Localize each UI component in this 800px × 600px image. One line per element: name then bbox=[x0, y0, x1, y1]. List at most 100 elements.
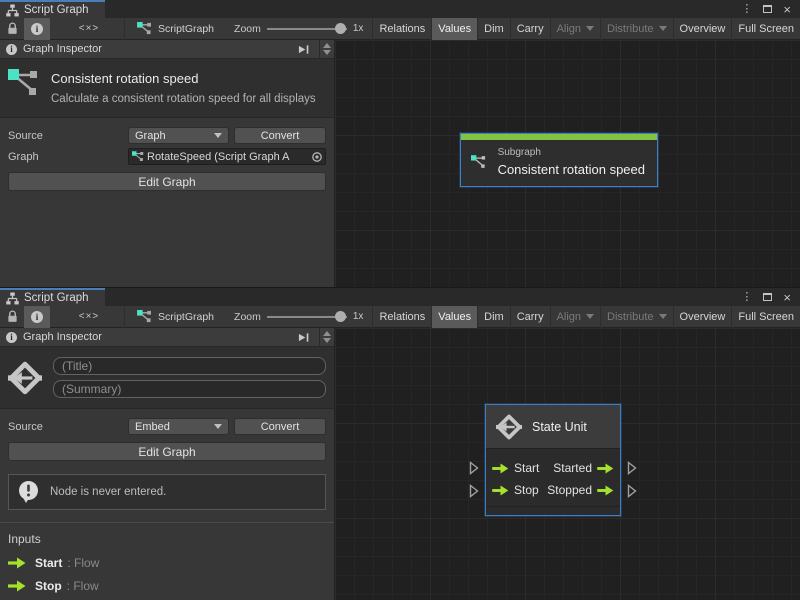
toolbar-button-values[interactable]: Values bbox=[431, 18, 477, 40]
close-icon[interactable]: × bbox=[783, 3, 791, 16]
zoom-label: Zoom bbox=[234, 23, 261, 35]
inspector-toggle-button[interactable]: i bbox=[24, 306, 50, 328]
graph-hierarchy-icon bbox=[6, 4, 19, 17]
subgraph-icon bbox=[137, 22, 152, 35]
state-unit-icon bbox=[496, 414, 522, 440]
input-row: Stop : Flow bbox=[8, 579, 326, 593]
toolbar-button-carry[interactable]: Carry bbox=[510, 18, 550, 40]
convert-button[interactable]: Convert bbox=[234, 418, 326, 435]
code-view-button[interactable]: <×> bbox=[72, 18, 106, 40]
inspector-title: Graph Inspector bbox=[23, 43, 102, 55]
inspector-pager[interactable] bbox=[319, 40, 334, 59]
lock-icon bbox=[7, 22, 18, 35]
window-menu-icon[interactable]: ⋮ bbox=[741, 4, 752, 15]
window-menu-icon[interactable]: ⋮ bbox=[741, 292, 752, 303]
port-connector-icon[interactable] bbox=[469, 461, 479, 475]
warning-text: Node is never entered. bbox=[50, 486, 166, 498]
toolbar-button-relations[interactable]: Relations bbox=[372, 306, 431, 328]
graph-inspector-panel: i Graph Inspector bbox=[0, 40, 335, 287]
toolbar-button-dim[interactable]: Dim bbox=[477, 18, 510, 40]
graph-canvas[interactable]: State Unit Start Started bbox=[335, 328, 800, 600]
info-icon: i bbox=[31, 23, 43, 35]
toolbar-button-dim[interactable]: Dim bbox=[477, 306, 510, 328]
zoom-slider-handle[interactable] bbox=[335, 311, 346, 322]
zoom-slider[interactable] bbox=[267, 18, 347, 40]
toolbar-button-align[interactable]: Align bbox=[550, 306, 600, 328]
zoom-slider[interactable] bbox=[267, 306, 347, 328]
code-icon: <×> bbox=[79, 311, 100, 322]
code-view-button[interactable]: <×> bbox=[72, 306, 106, 328]
tab-label: Script Graph bbox=[24, 4, 89, 16]
flow-arrow-icon[interactable] bbox=[597, 485, 614, 496]
close-icon[interactable]: × bbox=[783, 291, 791, 304]
dock-icon[interactable] bbox=[293, 40, 313, 59]
maximize-icon[interactable] bbox=[763, 5, 772, 13]
tab-bar: Script Graph ⋮ × bbox=[0, 288, 800, 306]
toolbar-button-overview[interactable]: Overview bbox=[673, 18, 732, 40]
dock-icon[interactable] bbox=[293, 328, 313, 347]
flow-arrow-icon[interactable] bbox=[492, 485, 509, 496]
graph-breadcrumb[interactable]: ScriptGraph bbox=[124, 306, 214, 328]
toolbar-button-carry[interactable]: Carry bbox=[510, 306, 550, 328]
port-connector-icon[interactable] bbox=[627, 461, 637, 475]
zoom-control: Zoom 1x bbox=[234, 18, 363, 40]
zoom-slider-handle[interactable] bbox=[335, 23, 346, 34]
node-title: State Unit bbox=[532, 420, 587, 434]
graph-inspector-header: i Graph Inspector bbox=[0, 328, 334, 347]
toolbar-button-distribute[interactable]: Distribute bbox=[600, 18, 672, 40]
source-label: Source bbox=[8, 130, 128, 142]
source-dropdown[interactable]: Graph bbox=[128, 127, 229, 144]
port-in-label: Stop bbox=[514, 483, 539, 497]
lock-button[interactable] bbox=[0, 18, 24, 40]
window-controls: ⋮ × bbox=[741, 0, 800, 18]
port-row: Start Started bbox=[492, 457, 614, 479]
tab-script-graph[interactable]: Script Graph bbox=[0, 288, 105, 306]
graph-toolbar: i <×> ScriptGraph Zoom 1 bbox=[0, 306, 800, 328]
port-out-label: Stopped bbox=[547, 483, 592, 497]
subgraph-icon bbox=[137, 310, 152, 323]
toolbar-button-fullscreen[interactable]: Full Screen bbox=[731, 306, 800, 328]
object-picker-icon[interactable] bbox=[311, 151, 323, 163]
graph-canvas[interactable]: Subgraph Consistent rotation speed bbox=[335, 40, 800, 287]
flow-arrow-icon[interactable] bbox=[597, 463, 614, 474]
port-out-label: Started bbox=[553, 461, 592, 475]
lock-button[interactable] bbox=[0, 306, 24, 328]
chevron-down-icon bbox=[586, 314, 594, 319]
inspector-toggle-button[interactable]: i bbox=[24, 18, 50, 40]
unit-description: Calculate a consistent rotation speed fo… bbox=[51, 91, 316, 107]
inspector-pager[interactable] bbox=[319, 328, 334, 347]
chevron-down-icon bbox=[214, 133, 222, 138]
port-connector-icon[interactable] bbox=[469, 484, 479, 498]
script-graph-window-top: Script Graph ⋮ × i <×> bbox=[0, 0, 800, 287]
maximize-icon[interactable] bbox=[763, 293, 772, 301]
chevron-up-icon bbox=[323, 43, 331, 48]
summary-input[interactable] bbox=[53, 380, 326, 398]
graph-name-label: ScriptGraph bbox=[158, 23, 214, 35]
unity-graph-windows: Script Graph ⋮ × i <×> bbox=[0, 0, 800, 600]
edit-graph-button[interactable]: Edit Graph bbox=[8, 442, 326, 461]
toolbar-button-relations[interactable]: Relations bbox=[372, 18, 431, 40]
convert-button[interactable]: Convert bbox=[234, 127, 326, 144]
node-title: Consistent rotation speed bbox=[498, 162, 645, 177]
flow-arrow-icon[interactable] bbox=[492, 463, 509, 474]
port-connector-icon[interactable] bbox=[627, 484, 637, 498]
flow-arrow-icon bbox=[8, 557, 26, 569]
toolbar-button-fullscreen[interactable]: Full Screen bbox=[731, 18, 800, 40]
graph-breadcrumb[interactable]: ScriptGraph bbox=[124, 18, 214, 40]
graph-label: Graph bbox=[8, 151, 128, 163]
toolbar-button-distribute[interactable]: Distribute bbox=[600, 306, 672, 328]
toolbar-button-align[interactable]: Align bbox=[550, 18, 600, 40]
title-input[interactable] bbox=[53, 357, 326, 375]
warning-box: Node is never entered. bbox=[8, 474, 326, 510]
toolbar-button-overview[interactable]: Overview bbox=[673, 306, 732, 328]
chevron-down-icon bbox=[323, 338, 331, 343]
graph-object-field[interactable]: RotateSpeed (Script Graph A bbox=[128, 148, 326, 165]
chevron-down-icon bbox=[323, 50, 331, 55]
source-dropdown[interactable]: Embed bbox=[128, 418, 229, 435]
tab-script-graph[interactable]: Script Graph bbox=[0, 0, 105, 18]
toolbar-buttons: Relations Values Dim Carry Align Distrib… bbox=[372, 306, 800, 328]
edit-graph-button[interactable]: Edit Graph bbox=[8, 172, 326, 191]
toolbar-button-values[interactable]: Values bbox=[431, 306, 477, 328]
state-unit-node[interactable]: State Unit Start Started bbox=[485, 404, 621, 516]
subgraph-node[interactable]: Subgraph Consistent rotation speed bbox=[460, 133, 658, 187]
